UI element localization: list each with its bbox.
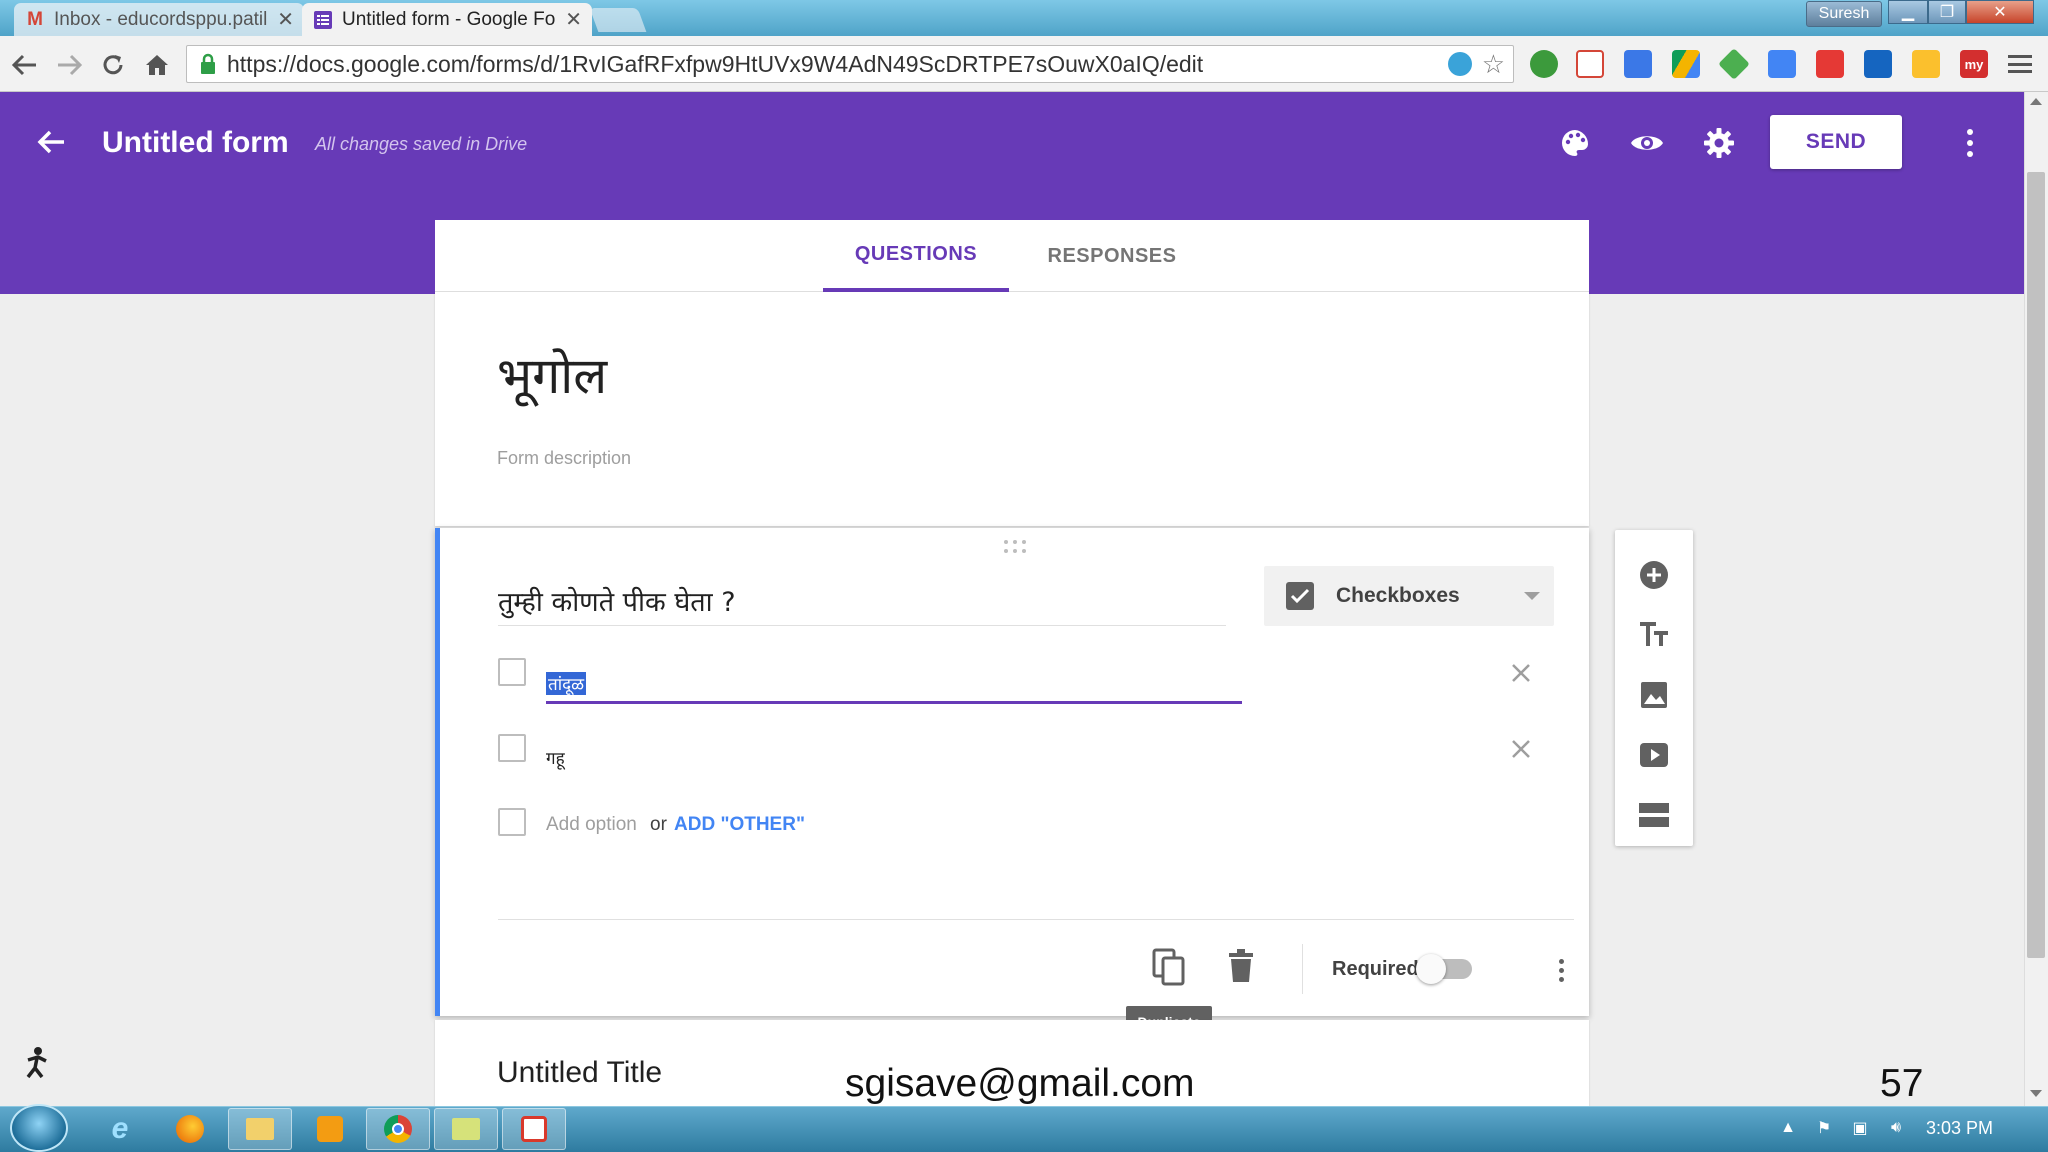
my-extension-icon[interactable]: my: [1960, 50, 1988, 78]
more-vert-icon[interactable]: [1952, 124, 1988, 162]
editor-tabs: QUESTIONS RESPONSES: [435, 220, 1589, 292]
save-status: All changes saved in Drive: [315, 134, 528, 154]
media-player-icon[interactable]: [298, 1108, 362, 1150]
google-translate-icon[interactable]: [1768, 50, 1796, 78]
browser-menu-icon[interactable]: [2008, 52, 2032, 76]
start-button[interactable]: [10, 1104, 68, 1152]
extension-icon[interactable]: [1912, 50, 1940, 78]
form-title-header[interactable]: Untitled form: [102, 126, 289, 160]
internet-explorer-icon[interactable]: e: [88, 1108, 152, 1150]
chrome-icon[interactable]: [366, 1108, 430, 1150]
more-vert-icon[interactable]: [1546, 952, 1576, 988]
forward-icon[interactable]: [52, 48, 86, 82]
eye-icon[interactable]: [1628, 124, 1666, 162]
drag-handle-icon[interactable]: [1004, 540, 1030, 554]
option-input[interactable]: गहू: [546, 746, 565, 769]
address-bar[interactable]: https://docs.google.com/forms/d/1RvIGafR…: [186, 45, 1514, 83]
back-arrow-icon[interactable]: [34, 124, 70, 160]
back-icon[interactable]: [8, 48, 42, 82]
gear-icon[interactable]: [1700, 124, 1738, 162]
screen-recorder-icon[interactable]: [502, 1108, 566, 1150]
tab-inbox[interactable]: M Inbox - educordsppu.patil ✕: [14, 3, 304, 36]
tab-questions[interactable]: QUESTIONS: [823, 220, 1009, 292]
option-text-selected: तांदूळ: [546, 672, 587, 695]
scrollbar-thumb[interactable]: [2027, 172, 2045, 958]
tab-inbox-title: Inbox - educordsppu.patil: [54, 8, 268, 30]
google-drive-icon[interactable]: [1672, 50, 1700, 78]
option-checkbox: [498, 658, 526, 686]
extension-icon[interactable]: [1624, 50, 1652, 78]
browser-tab-strip: M Inbox - educordsppu.patil ✕ Untitled f…: [0, 0, 2048, 36]
checkbox-checked-icon: [1286, 582, 1314, 610]
add-option-link[interactable]: Add option: [546, 814, 637, 836]
section-icon[interactable]: [1635, 796, 1673, 834]
form-title-card: भूगोल Form description: [435, 292, 1589, 526]
volume-icon[interactable]: 🔊︎: [1884, 1116, 1908, 1140]
option-checkbox: [498, 734, 526, 762]
close-window-button[interactable]: ✕: [1966, 0, 2034, 24]
video-icon[interactable]: [1635, 736, 1673, 774]
duplicate-icon[interactable]: [1152, 948, 1188, 988]
form-description-input[interactable]: Form description: [497, 448, 631, 469]
scroll-up-icon[interactable]: [2030, 98, 2042, 105]
image-icon[interactable]: [1635, 676, 1673, 714]
question-title-input[interactable]: तुम्ही कोणते पीक घेता ?: [498, 582, 1226, 626]
close-icon[interactable]: ✕: [557, 7, 582, 32]
bookmark-star-icon[interactable]: ☆: [1482, 51, 1505, 77]
minimize-button[interactable]: ▁: [1888, 0, 1928, 24]
option-input[interactable]: तांदूळ: [546, 666, 1242, 704]
dropdown-arrow-icon: [1524, 592, 1540, 600]
extension-icon[interactable]: [1530, 50, 1558, 78]
email-watermark: sgisave@gmail.com: [845, 1062, 1195, 1105]
url-text: https://docs.google.com/forms/d/1RvIGafR…: [227, 50, 1204, 77]
browser-user-badge[interactable]: Suresh: [1806, 1, 1882, 27]
gmail-extension-icon[interactable]: [1576, 50, 1604, 78]
folders-icon[interactable]: [434, 1108, 498, 1150]
extension-icon[interactable]: [1864, 50, 1892, 78]
tab-form-title: Untitled form - Google Fo: [342, 8, 556, 30]
extension-icon[interactable]: [1816, 50, 1844, 78]
reload-icon[interactable]: [96, 48, 130, 82]
network-icon[interactable]: ▣: [1848, 1116, 1872, 1140]
add-other-link[interactable]: ADD "OTHER": [674, 814, 805, 836]
question-footer-divider: [498, 919, 1574, 920]
required-label: Required: [1332, 958, 1419, 980]
next-item-title[interactable]: Untitled Title: [497, 1056, 662, 1090]
restore-button[interactable]: ❐: [1928, 0, 1966, 24]
trash-icon[interactable]: [1226, 948, 1260, 988]
footer-vertical-divider: [1302, 944, 1303, 994]
extension-bolt-icon[interactable]: [1447, 52, 1472, 76]
palette-icon[interactable]: [1556, 124, 1594, 162]
required-toggle[interactable]: [1416, 954, 1446, 984]
question-type-label: Checkboxes: [1336, 584, 1460, 607]
new-tab-button[interactable]: [589, 8, 647, 32]
question-type-dropdown[interactable]: Checkboxes: [1264, 566, 1554, 626]
page-number: 57: [1880, 1062, 1924, 1105]
taskbar-clock[interactable]: 3:03 PM: [1926, 1118, 1993, 1139]
side-toolbar: [1615, 530, 1693, 846]
file-explorer-icon[interactable]: [228, 1108, 292, 1150]
title-text-icon[interactable]: [1635, 616, 1673, 654]
home-icon[interactable]: [140, 48, 174, 82]
add-option-or: or: [650, 814, 667, 835]
send-button[interactable]: SEND: [1770, 115, 1902, 169]
question-card[interactable]: तुम्ही कोणते पीक घेता ? Checkboxes तांदू…: [435, 528, 1589, 1016]
option-checkbox: [498, 808, 526, 836]
add-question-icon[interactable]: [1635, 556, 1673, 594]
form-title-input[interactable]: भूगोल: [497, 340, 607, 408]
firefox-icon[interactable]: [158, 1108, 222, 1150]
gmail-icon: M: [27, 8, 43, 30]
show-hidden-icons-icon[interactable]: ▲: [1776, 1116, 1800, 1140]
remove-option-icon[interactable]: [1506, 658, 1536, 688]
close-icon[interactable]: ✕: [269, 7, 294, 32]
tab-responses[interactable]: RESPONSES: [1019, 220, 1205, 292]
scroll-down-icon[interactable]: [2030, 1090, 2042, 1097]
lock-icon: [193, 49, 223, 79]
google-forms-icon: [312, 10, 334, 30]
tab-untitled-form[interactable]: Untitled form - Google Fo ✕: [302, 3, 592, 36]
accessibility-icon[interactable]: [20, 1046, 54, 1080]
action-center-flag-icon[interactable]: ⚑: [1812, 1116, 1836, 1140]
remove-option-icon[interactable]: [1506, 734, 1536, 764]
